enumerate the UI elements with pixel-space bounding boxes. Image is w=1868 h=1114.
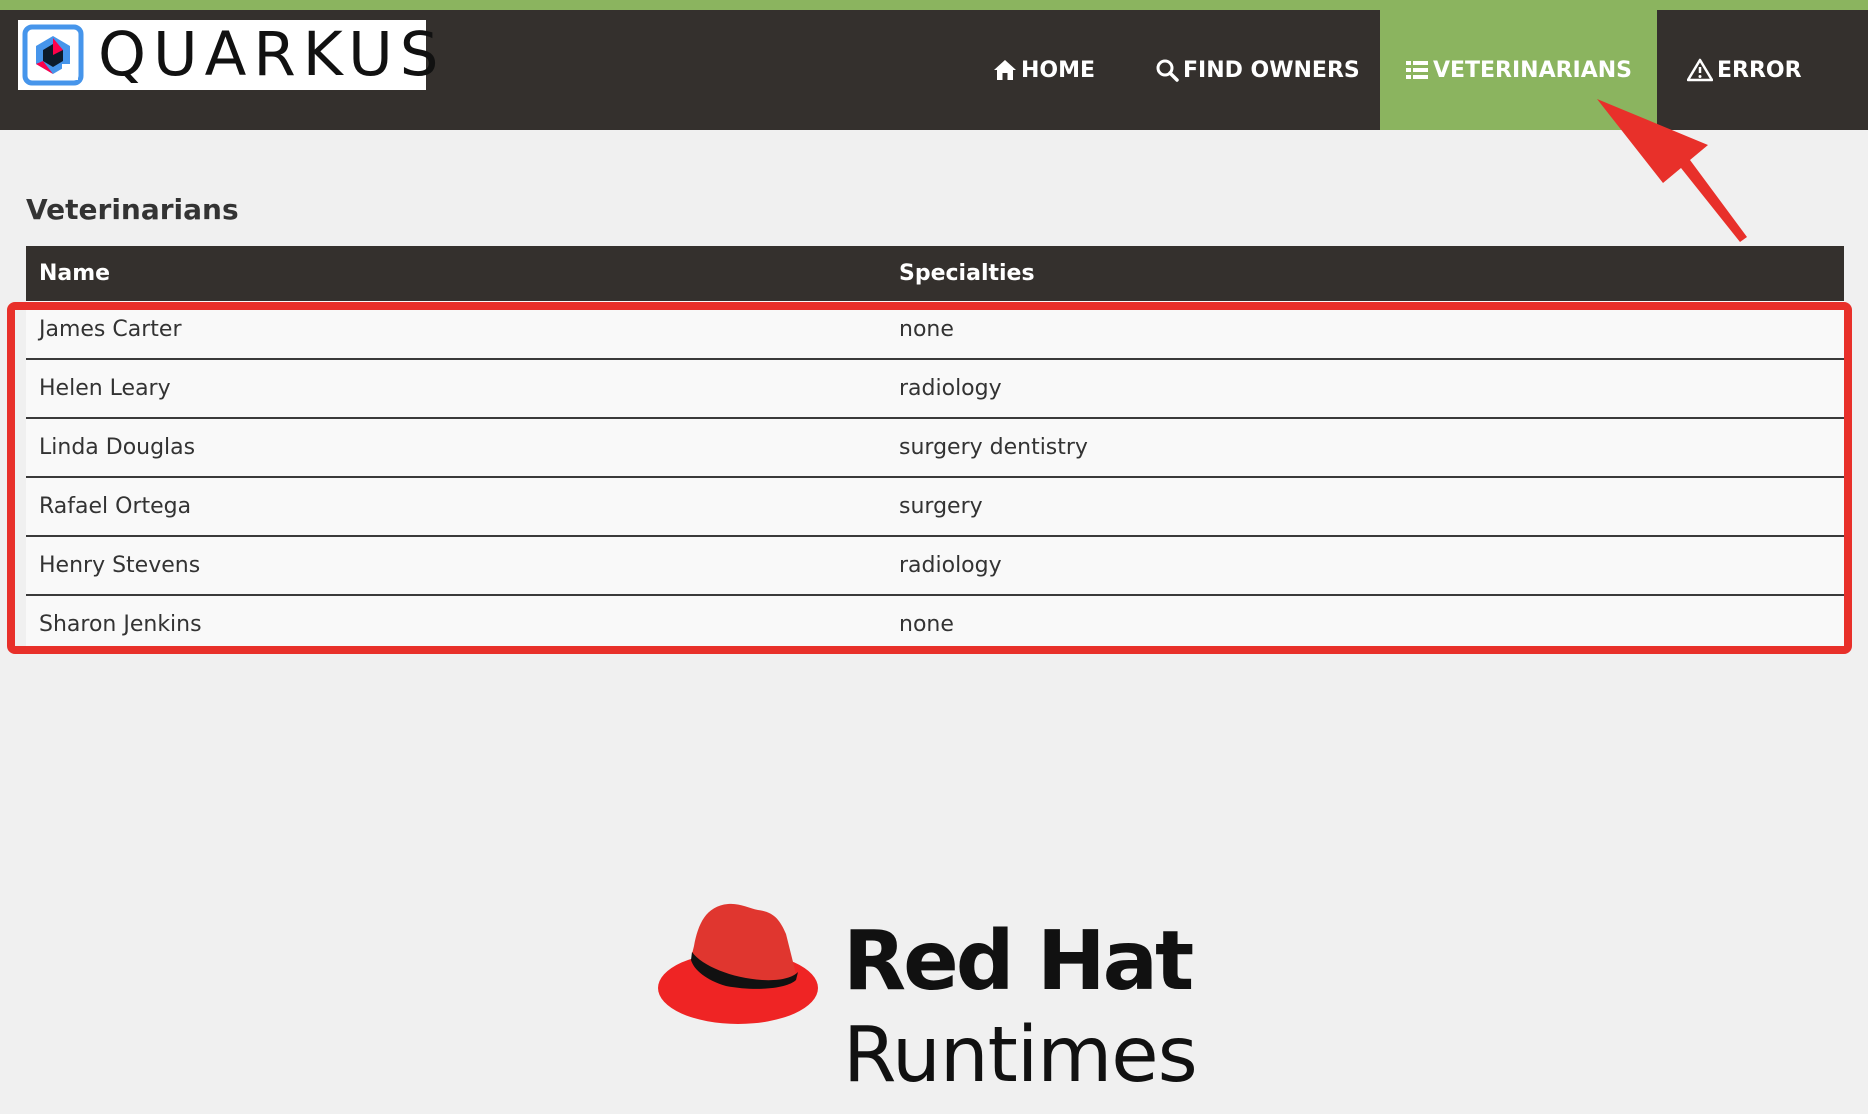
table-header-row: Name Specialties bbox=[26, 246, 1844, 301]
nav-home[interactable]: HOME bbox=[993, 10, 1095, 130]
nav-veterinarians-label: VETERINARIANS bbox=[1432, 57, 1633, 83]
nav-home-label: HOME bbox=[1021, 57, 1096, 83]
brand-product: Runtimes bbox=[843, 1011, 1198, 1100]
quarkus-logo-icon bbox=[22, 24, 84, 86]
logo-text: QUARKUS bbox=[98, 19, 446, 90]
annotation-arrow bbox=[1597, 99, 1747, 242]
home-icon bbox=[994, 60, 1016, 80]
column-header-name: Name bbox=[26, 246, 886, 301]
top-accent-strip bbox=[0, 0, 1868, 10]
brand-name: Red Hat bbox=[843, 914, 1194, 1009]
list-icon bbox=[1405, 61, 1428, 79]
column-header-specialties: Specialties bbox=[886, 246, 1844, 301]
nav-error-label: ERROR bbox=[1717, 57, 1802, 83]
red-hat-icon bbox=[658, 903, 818, 1024]
nav-find-owners-label: FIND OWNERS bbox=[1183, 57, 1360, 83]
page-title: Veterinarians bbox=[26, 193, 239, 226]
warning-icon bbox=[1687, 58, 1713, 82]
nav-find-owners[interactable]: FIND OWNERS bbox=[1155, 10, 1360, 130]
annotation-highlight-box bbox=[7, 302, 1852, 654]
search-icon bbox=[1156, 59, 1179, 82]
quarkus-logo[interactable]: QUARKUS bbox=[18, 20, 439, 90]
